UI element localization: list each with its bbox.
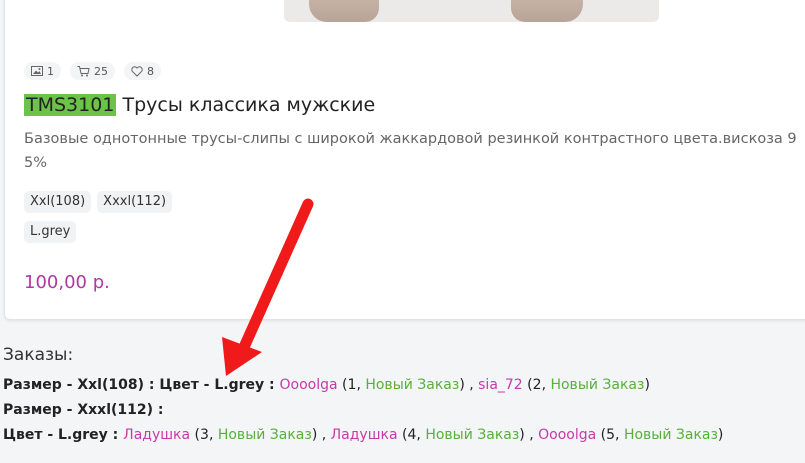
arrow-shaft [239,198,314,351]
red-arrow-annotation [222,198,314,376]
